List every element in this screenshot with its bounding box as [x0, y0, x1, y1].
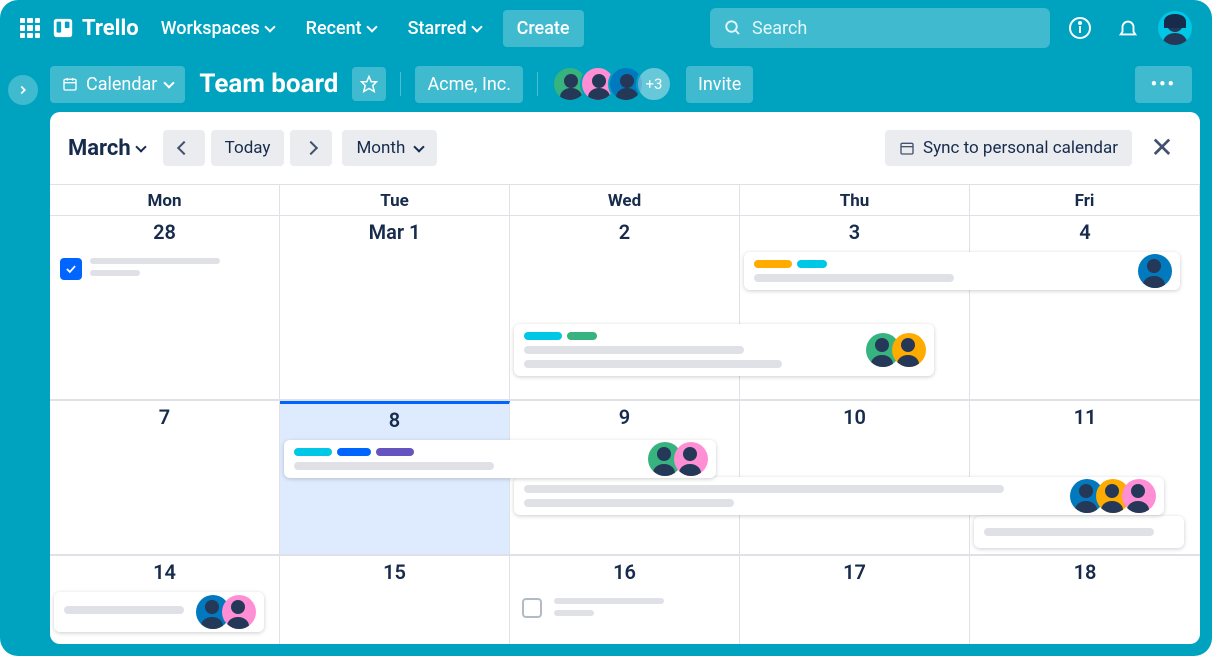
- calendar-card[interactable]: [974, 516, 1184, 548]
- organization-link[interactable]: Acme, Inc.: [415, 66, 523, 103]
- info-icon[interactable]: [1062, 10, 1098, 46]
- calendar-cell[interactable]: 4: [970, 216, 1200, 400]
- user-avatar[interactable]: [1158, 11, 1192, 45]
- day-header: Wed: [510, 185, 740, 215]
- calendar-cell[interactable]: 14: [50, 556, 280, 644]
- calendar-card[interactable]: [54, 592, 264, 632]
- member-avatar-icon: [1138, 254, 1172, 288]
- recent-menu[interactable]: Recent: [296, 12, 386, 45]
- calendar-card[interactable]: [284, 440, 716, 478]
- workspaces-menu[interactable]: Workspaces: [151, 12, 284, 45]
- view-switcher[interactable]: Calendar: [50, 66, 185, 103]
- empty-checkbox-icon: [522, 598, 542, 618]
- extra-members-count[interactable]: +3: [636, 66, 672, 102]
- calendar-view: March Today Month Sync to personal calen…: [50, 112, 1200, 644]
- month-picker[interactable]: March: [68, 136, 145, 161]
- board-title[interactable]: Team board: [199, 69, 338, 99]
- create-button[interactable]: Create: [503, 10, 584, 47]
- sidebar-toggle[interactable]: [8, 75, 38, 105]
- day-header: Mon: [50, 185, 280, 215]
- sync-calendar-button[interactable]: Sync to personal calendar: [885, 130, 1132, 166]
- star-board-button[interactable]: [352, 67, 386, 101]
- calendar-cell[interactable]: 9: [510, 401, 740, 555]
- calendar-card[interactable]: [744, 252, 1180, 290]
- calendar-cell[interactable]: 18: [970, 556, 1200, 644]
- member-avatar-icon: [892, 333, 926, 367]
- day-header: Tue: [280, 185, 510, 215]
- calendar-card[interactable]: [514, 477, 1164, 515]
- next-period-button[interactable]: [290, 130, 332, 166]
- prev-period-button[interactable]: [163, 130, 205, 166]
- today-button[interactable]: Today: [211, 130, 285, 166]
- range-picker[interactable]: Month: [342, 130, 437, 166]
- calendar-cell[interactable]: 7: [50, 401, 280, 555]
- calendar-cell[interactable]: 17: [740, 556, 970, 644]
- invite-button[interactable]: Invite: [686, 66, 753, 103]
- calendar-cell[interactable]: 15: [280, 556, 510, 644]
- calendar-cell[interactable]: 16: [510, 556, 740, 644]
- calendar-cell[interactable]: Mar 1: [280, 216, 510, 400]
- search-input[interactable]: Search: [710, 8, 1050, 48]
- top-navbar: Trello Workspaces Recent Starred Create …: [0, 0, 1212, 56]
- trello-logo[interactable]: Trello: [52, 16, 139, 41]
- day-header: Fri: [970, 185, 1200, 215]
- board-bar: Calendar Team board Acme, Inc. +3 Invite…: [0, 56, 1212, 112]
- member-avatar-icon: [1122, 479, 1156, 513]
- day-header: Thu: [740, 185, 970, 215]
- logo-text: Trello: [82, 16, 139, 41]
- notifications-icon[interactable]: [1110, 10, 1146, 46]
- checkbox-icon: [60, 258, 82, 280]
- member-avatar-icon: [222, 595, 256, 629]
- calendar-cell[interactable]: 2: [510, 216, 740, 400]
- calendar-card[interactable]: [514, 324, 934, 376]
- board-members: +3: [552, 66, 672, 102]
- member-avatar-icon: [674, 442, 708, 476]
- close-calendar-button[interactable]: ✕: [1142, 128, 1182, 168]
- show-menu-button[interactable]: •••: [1135, 66, 1192, 103]
- app-switcher-icon[interactable]: [20, 18, 40, 38]
- calendar-cell-today[interactable]: 8: [280, 401, 510, 555]
- calendar-cell[interactable]: 28: [50, 216, 280, 400]
- starred-menu[interactable]: Starred: [398, 12, 491, 45]
